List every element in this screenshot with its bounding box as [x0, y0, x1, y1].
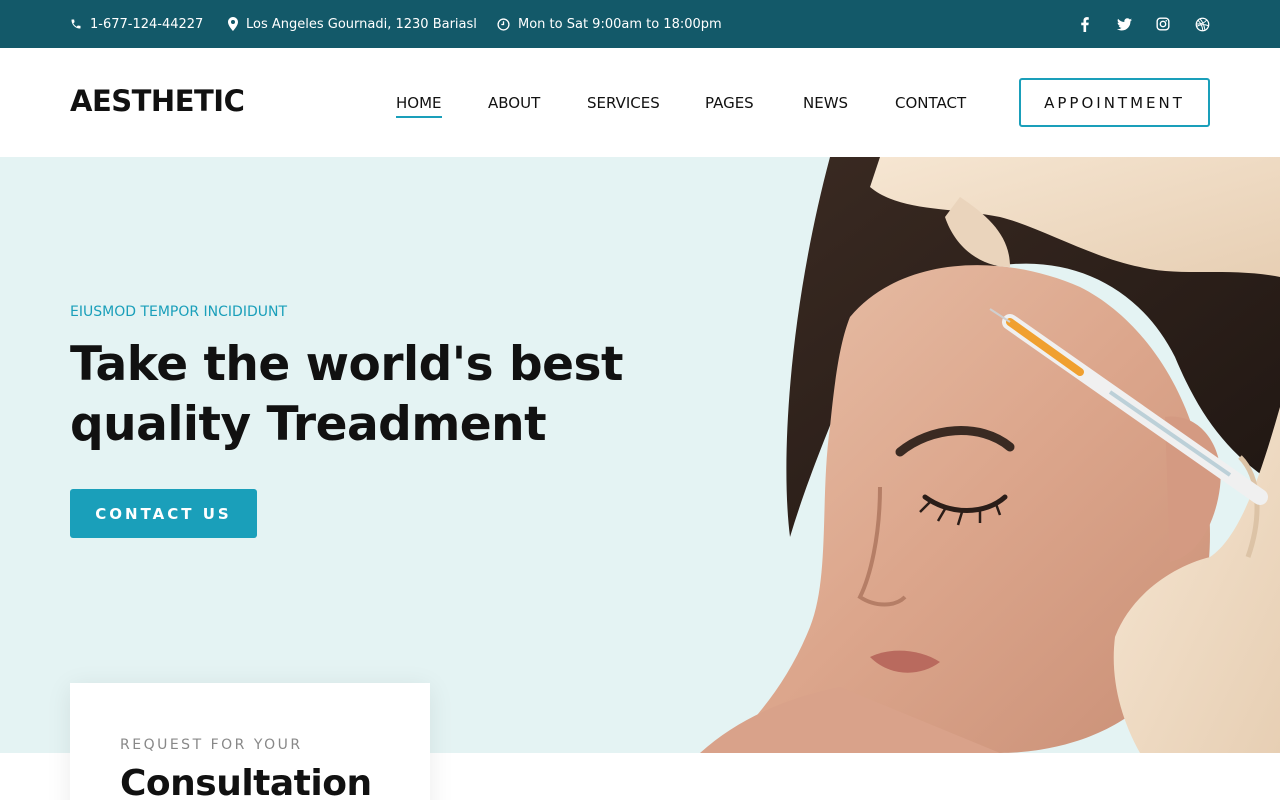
phone-text: 1-677-124-44227 — [90, 16, 204, 32]
hours-text: Mon to Sat 9:00am to 18:00pm — [518, 16, 722, 32]
address-info: Los Angeles Gournadi, 1230 Bariasl — [228, 0, 477, 48]
social-links — [1054, 0, 1210, 48]
clock-icon — [497, 17, 510, 31]
top-bar: 1-677-124-44227 Los Angeles Gournadi, 12… — [0, 0, 1280, 48]
nav-pages[interactable]: PAGES — [705, 94, 754, 112]
consultation-title: Consultation — [120, 763, 372, 800]
address-text: Los Angeles Gournadi, 1230 Bariasl — [246, 16, 477, 32]
nav-about[interactable]: ABOUT — [488, 94, 540, 112]
hours-info: Mon to Sat 9:00am to 18:00pm — [497, 0, 722, 48]
nav-contact[interactable]: CONTACT — [895, 94, 966, 112]
consultation-card: REQUEST FOR YOUR Consultation — [70, 683, 430, 800]
twitter-icon[interactable] — [1116, 16, 1132, 32]
nav-home[interactable]: HOME — [396, 94, 442, 118]
hero-woman-treatment-image — [700, 157, 1280, 753]
hero-title-line-2: quality Treadment — [70, 397, 547, 452]
contact-us-button[interactable]: CONTACT US — [70, 489, 257, 538]
hero-title-line-1: Take the world's best — [70, 337, 623, 392]
hero-subtitle: EIUSMOD TEMPOR INCIDIDUNT — [70, 304, 288, 320]
nav-news[interactable]: NEWS — [803, 94, 848, 112]
main-header: AESTHETIC HOME ABOUT SERVICES PAGES NEWS… — [0, 48, 1280, 157]
hero-title: Take the world's best quality Treadment — [70, 335, 670, 455]
site-logo[interactable]: AESTHETIC — [70, 84, 245, 118]
consultation-kicker: REQUEST FOR YOUR — [120, 737, 303, 753]
phone-icon — [71, 19, 81, 29]
appointment-button[interactable]: APPOINTMENT — [1019, 78, 1210, 127]
hero-section: EIUSMOD TEMPOR INCIDIDUNT Take the world… — [0, 157, 1280, 753]
phone-info[interactable]: 1-677-124-44227 — [70, 0, 203, 48]
dribbble-icon[interactable] — [1194, 16, 1210, 32]
facebook-icon[interactable] — [1077, 16, 1093, 32]
instagram-icon[interactable] — [1155, 16, 1171, 32]
nav-services[interactable]: SERVICES — [587, 94, 660, 112]
map-marker-icon — [228, 17, 238, 31]
